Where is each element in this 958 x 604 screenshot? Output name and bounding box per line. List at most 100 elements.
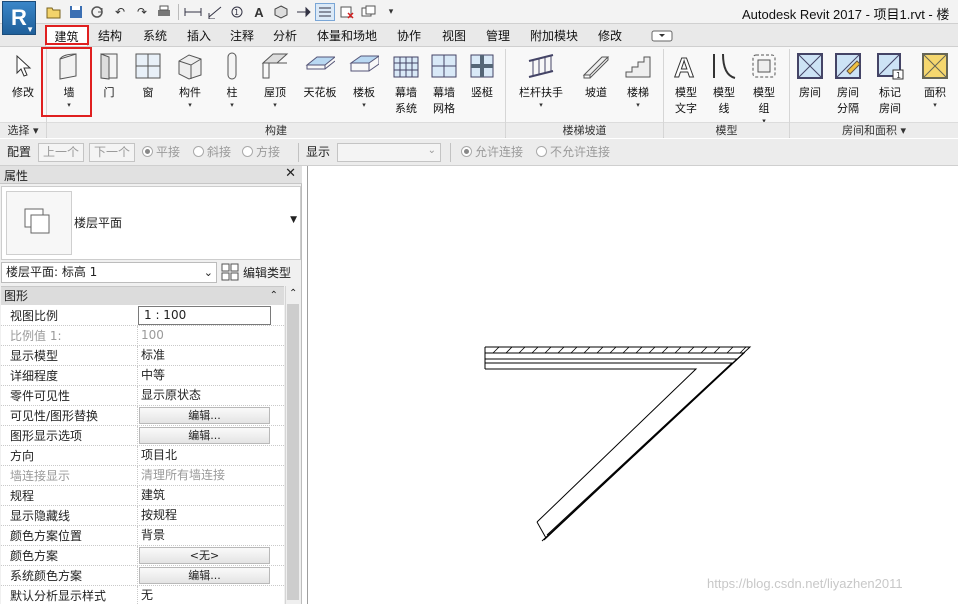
open-icon[interactable] xyxy=(44,3,64,21)
panel-room-area[interactable]: 房间和面积 ▾ xyxy=(790,122,958,138)
close-icon[interactable]: ✕ xyxy=(285,166,296,181)
scroll-thumb[interactable] xyxy=(287,304,299,600)
property-row[interactable]: 图形显示选项 编辑... xyxy=(1,426,284,446)
property-row[interactable]: 颜色方案 <无> xyxy=(1,546,284,566)
area-button[interactable]: 面积 ▾ xyxy=(916,49,954,123)
mullion-button[interactable]: 竖梃 xyxy=(465,49,499,123)
tab-insert[interactable]: 插入 xyxy=(182,26,216,46)
property-row[interactable]: 比例值 1: 100 xyxy=(1,326,284,346)
curtain-grid-button[interactable]: 幕墙 网格 xyxy=(426,49,462,123)
application-menu-button[interactable]: R ▼ xyxy=(2,1,36,35)
property-row[interactable]: 系统颜色方案 编辑... xyxy=(1,566,284,586)
property-value[interactable]: 无 xyxy=(137,586,273,604)
property-value[interactable]: 标准 xyxy=(137,346,273,366)
property-value[interactable]: 背景 xyxy=(137,526,273,546)
tab-annotate[interactable]: 注释 xyxy=(225,26,259,46)
property-row[interactable]: 默认分析显示样式 无 xyxy=(1,586,284,604)
modify-button[interactable]: 修改 xyxy=(5,49,41,123)
property-row[interactable]: 方向 项目北 xyxy=(1,446,284,466)
door-button[interactable]: 门 xyxy=(94,49,124,123)
curtain-system-button[interactable]: 幕墙 系统 xyxy=(388,49,424,123)
thin-lines-icon[interactable] xyxy=(315,3,335,21)
property-value[interactable]: 中等 xyxy=(137,366,273,386)
next-button[interactable]: 下一个 xyxy=(89,143,136,162)
tag-room-button[interactable]: 1 标记 房间 xyxy=(871,49,909,123)
railing-button[interactable]: 栏杆扶手 ▾ xyxy=(512,49,570,123)
model-line-button[interactable]: 模型 线 xyxy=(706,49,742,123)
tag-icon[interactable]: 1 xyxy=(227,3,247,21)
collapse-icon[interactable]: ⌃ xyxy=(270,287,278,305)
property-row[interactable]: 可见性/图形替换 编辑... xyxy=(1,406,284,426)
ribbon-display-toggle-icon[interactable] xyxy=(648,26,676,46)
property-row[interactable]: 显示模型 标准 xyxy=(1,346,284,366)
ceiling-button[interactable]: 天花板 xyxy=(298,49,342,123)
undo-icon[interactable]: ↶ xyxy=(110,3,130,21)
edit-button[interactable]: 编辑... xyxy=(139,567,270,584)
property-row[interactable]: 零件可见性 显示原状态 xyxy=(1,386,284,406)
switch-windows-icon[interactable] xyxy=(359,3,379,21)
edit-button[interactable]: <无> xyxy=(139,547,270,564)
edit-button[interactable]: 编辑... xyxy=(139,427,270,444)
property-value[interactable]: 项目北 xyxy=(137,446,273,466)
property-value[interactable]: 显示原状态 xyxy=(137,386,273,406)
tab-view[interactable]: 视图 xyxy=(437,26,471,46)
window-button[interactable]: 窗 xyxy=(130,49,166,123)
property-row[interactable]: 规程 建筑 xyxy=(1,486,284,506)
model-text-button[interactable]: A 模型 文字 xyxy=(668,49,704,123)
drawing-area[interactable] xyxy=(307,166,958,604)
square-radio[interactable]: 方接 xyxy=(242,144,280,161)
scroll-up-icon[interactable]: ⌃ xyxy=(289,288,297,299)
print-icon[interactable] xyxy=(154,3,174,21)
room-separator-button[interactable]: 房间 分隔 xyxy=(830,49,866,123)
tab-systems[interactable]: 系统 xyxy=(138,26,172,46)
tab-structure[interactable]: 结构 xyxy=(93,26,127,46)
save-icon[interactable] xyxy=(66,3,86,21)
edit-type-button[interactable]: 编辑类型 xyxy=(221,263,301,283)
tab-collaborate[interactable]: 协作 xyxy=(392,26,426,46)
wall-button[interactable]: 墙 ▾ xyxy=(47,49,91,123)
disallow-join-radio[interactable]: 不允许连接 xyxy=(536,144,610,161)
allow-join-radio[interactable]: 允许连接 xyxy=(461,144,523,161)
tab-add-ins[interactable]: 附加模块 xyxy=(526,26,582,46)
sync-icon[interactable] xyxy=(88,3,108,21)
edit-button[interactable]: 编辑... xyxy=(139,407,270,424)
instance-filter-dropdown[interactable]: 楼层平面: 标高 1 ⌄ xyxy=(1,262,217,283)
section-icon[interactable] xyxy=(293,3,313,21)
roof-button[interactable]: 屋顶 ▾ xyxy=(257,49,293,123)
measure-icon[interactable] xyxy=(183,3,203,21)
previous-button[interactable]: 上一个 xyxy=(38,143,85,162)
stair-button[interactable]: 楼梯 ▾ xyxy=(620,49,656,123)
tab-architecture[interactable]: 建筑 xyxy=(45,26,88,46)
panel-select[interactable]: 选择 ▾ xyxy=(0,122,46,138)
ramp-button[interactable]: 坡道 xyxy=(578,49,614,123)
floor-button[interactable]: 楼板 ▾ xyxy=(345,49,383,123)
property-row[interactable]: 墙连接显示 清理所有墙连接 xyxy=(1,466,284,486)
property-row[interactable]: 详细程度 中等 xyxy=(1,366,284,386)
model-group-button[interactable]: 模型 组 ▾ xyxy=(745,49,783,125)
customize-qat-icon[interactable]: ▾ xyxy=(381,3,401,21)
tab-massing-site[interactable]: 体量和场地 xyxy=(314,26,380,46)
property-row[interactable]: 视图比例 1 : 100 xyxy=(1,306,284,326)
group-header-graphics[interactable]: 图形 ⌃ xyxy=(1,287,284,305)
butt-radio[interactable]: 平接 xyxy=(142,144,180,161)
view-scale-input[interactable]: 1 : 100 xyxy=(138,306,271,325)
display-dropdown[interactable]: ⌄ xyxy=(337,143,441,162)
room-button[interactable]: 房间 xyxy=(792,49,828,123)
dimension-icon[interactable] xyxy=(205,3,225,21)
scrollbar[interactable]: ⌃ xyxy=(285,286,301,604)
3d-view-icon[interactable] xyxy=(271,3,291,21)
tab-manage[interactable]: 管理 xyxy=(481,26,515,46)
miter-radio[interactable]: 斜接 xyxy=(193,144,231,161)
tab-modify[interactable]: 修改 xyxy=(593,26,627,46)
property-row[interactable]: 颜色方案位置 背景 xyxy=(1,526,284,546)
property-value[interactable]: 建筑 xyxy=(137,486,273,506)
component-button[interactable]: 构件 ▾ xyxy=(172,49,208,123)
redo-icon[interactable]: ↷ xyxy=(132,3,152,21)
text-icon[interactable]: A xyxy=(249,3,269,21)
property-value[interactable]: 按规程 xyxy=(137,506,273,526)
column-button[interactable]: 柱 ▾ xyxy=(216,49,248,123)
close-hidden-windows-icon[interactable] xyxy=(337,3,357,21)
tab-analyze[interactable]: 分析 xyxy=(268,26,302,46)
type-selector[interactable]: 楼层平面 ▼ xyxy=(1,186,301,260)
property-row[interactable]: 显示隐藏线 按规程 xyxy=(1,506,284,526)
